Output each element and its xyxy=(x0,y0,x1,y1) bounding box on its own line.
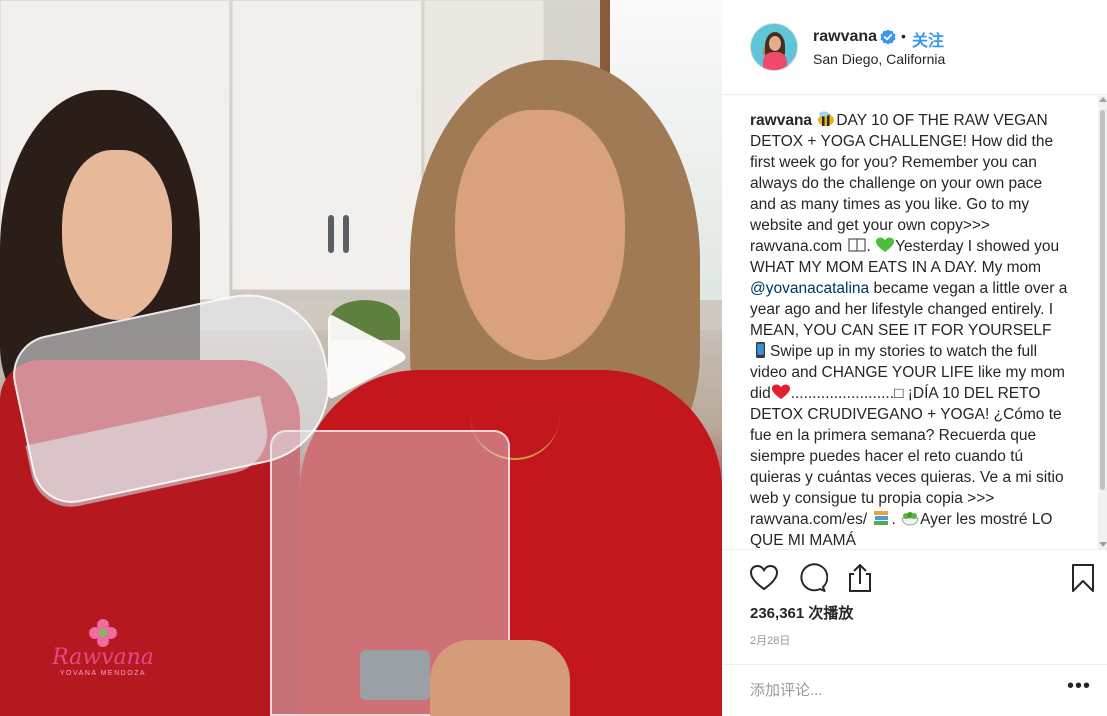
red-heart-emoji-icon xyxy=(771,384,790,399)
blender-blade xyxy=(360,650,430,700)
view-count[interactable]: 236,361 次播放 xyxy=(750,602,853,623)
caption-username[interactable]: rawvana xyxy=(750,112,812,129)
green-heart-emoji-icon xyxy=(876,237,895,252)
hand xyxy=(430,640,570,716)
separator-dot: • xyxy=(901,28,906,44)
caption-part: ........................□ xyxy=(790,385,904,402)
comment-icon[interactable] xyxy=(796,562,829,594)
bee-emoji-icon xyxy=(818,111,835,126)
post-video[interactable]: Rawvana YOVANA MENDOZA xyxy=(0,0,722,716)
caption-part: . xyxy=(891,511,896,528)
kitchen-cabinet xyxy=(232,0,422,290)
mention-link[interactable]: @yovanacatalina xyxy=(750,280,869,297)
bookmark-icon[interactable] xyxy=(1067,562,1099,594)
caption-part: DAY 10 OF THE RAW VEGAN DETOX + YOGA CHA… xyxy=(750,112,1054,255)
post-sidebar: rawvana • 关注 San Diego, California rawva… xyxy=(722,0,1107,716)
post-date[interactable]: 2月28日 xyxy=(750,632,790,648)
books-emoji-icon xyxy=(874,511,889,525)
caption-part: ¡DÍA 10 DEL RETO DETOX CRUDIVEGANO + YOG… xyxy=(750,385,1064,528)
post-actions: 236,361 次播放 2月28日 xyxy=(722,549,1107,659)
scroll-down-arrow-icon[interactable] xyxy=(1099,542,1107,547)
username-link[interactable]: rawvana xyxy=(813,28,877,46)
heart-icon[interactable] xyxy=(748,562,780,594)
comment-bar: ••• xyxy=(722,664,1107,716)
flower-icon xyxy=(89,619,117,647)
caption-text: rawvana DAY 10 OF THE RAW VEGAN DETOX + … xyxy=(750,110,1070,549)
caption-area[interactable]: rawvana DAY 10 OF THE RAW VEGAN DETOX + … xyxy=(722,96,1107,549)
phone-emoji-icon xyxy=(756,342,765,358)
rawvana-logo: Rawvana YOVANA MENDOZA xyxy=(48,618,158,682)
book-emoji-icon xyxy=(847,238,866,252)
instagram-post-window: Rawvana YOVANA MENDOZA rawvana • 关注 San … xyxy=(0,0,1107,716)
cabinet-handle xyxy=(343,215,349,253)
logo-subtitle: YOVANA MENDOZA xyxy=(59,670,147,677)
more-icon[interactable]: ••• xyxy=(1067,676,1095,701)
location-link[interactable]: San Diego, California xyxy=(813,51,945,67)
cabinet-handle xyxy=(328,215,334,253)
follow-button[interactable]: 关注 xyxy=(912,27,944,51)
person-right-face xyxy=(455,110,625,360)
logo-name: Rawvana xyxy=(52,645,154,670)
person-left-face xyxy=(62,150,172,320)
scrollbar-thumb[interactable] xyxy=(1100,110,1105,490)
comment-input[interactable] xyxy=(750,679,1050,701)
verified-icon xyxy=(880,29,896,45)
scroll-up-arrow-icon[interactable] xyxy=(1099,97,1107,102)
post-header: rawvana • 关注 San Diego, California xyxy=(722,0,1107,95)
salad-emoji-icon xyxy=(901,512,919,526)
play-icon[interactable] xyxy=(320,310,410,404)
avatar[interactable] xyxy=(750,23,798,71)
share-icon[interactable] xyxy=(844,562,876,594)
caption-part: . xyxy=(866,238,871,255)
